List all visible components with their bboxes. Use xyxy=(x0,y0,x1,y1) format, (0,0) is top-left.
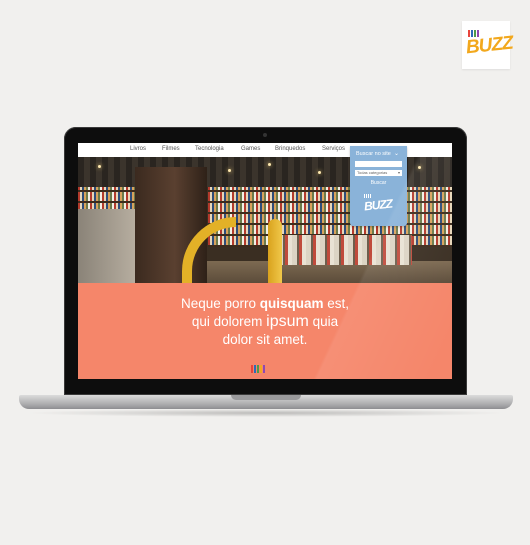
camera-icon xyxy=(263,133,267,137)
website-screen: Livros Filmes Tecnologia Games Brinquedo… xyxy=(78,143,452,379)
nav-item-games[interactable]: Games xyxy=(241,146,260,152)
headline-line-2: qui dolorem ipsum quia xyxy=(191,313,339,330)
book-table xyxy=(278,235,412,265)
nav-item-filmes[interactable]: Filmes xyxy=(162,146,180,152)
brand-logo: BUZZ xyxy=(462,21,514,69)
yellow-rail xyxy=(268,219,282,283)
brand-wordmark: BUZZ xyxy=(464,32,514,59)
search-input[interactable] xyxy=(355,161,402,167)
headline-line-1: Neque porro quisquam est, xyxy=(180,296,350,311)
laptop-notch xyxy=(231,395,301,400)
nav-item-tecnologia[interactable]: Tecnologia xyxy=(195,146,224,152)
category-select-value: Todas categorias xyxy=(357,170,388,175)
nav-item-servicos[interactable]: Serviços xyxy=(322,146,345,152)
search-button[interactable]: Buscar xyxy=(355,180,402,187)
chevron-down-icon[interactable]: ⌄ xyxy=(394,150,399,157)
headline-line-3: dolor sit amet. xyxy=(222,332,308,347)
search-panel: Buscar no site ⌄ Todas categorias ▾ Busc… xyxy=(350,146,407,226)
nav-item-livros[interactable]: Livros xyxy=(130,146,146,152)
laptop-display: Livros Filmes Tecnologia Games Brinquedo… xyxy=(64,127,467,395)
nav-item-brinquedos[interactable]: Brinquedos xyxy=(275,146,305,152)
search-title: Buscar no site xyxy=(356,151,391,157)
select-arrow-icon: ▾ xyxy=(397,170,400,175)
laptop-shadow xyxy=(24,409,508,417)
hero-wall xyxy=(78,209,136,283)
laptop-base xyxy=(19,395,513,409)
category-select[interactable]: Todas categorias ▾ xyxy=(355,170,402,176)
search-logo-wordmark: BUZZ xyxy=(363,196,393,214)
headline-section: Neque porro quisquam est, qui dolorem ip… xyxy=(78,283,452,379)
headline: Neque porro quisquam est, qui dolorem ip… xyxy=(78,295,452,349)
